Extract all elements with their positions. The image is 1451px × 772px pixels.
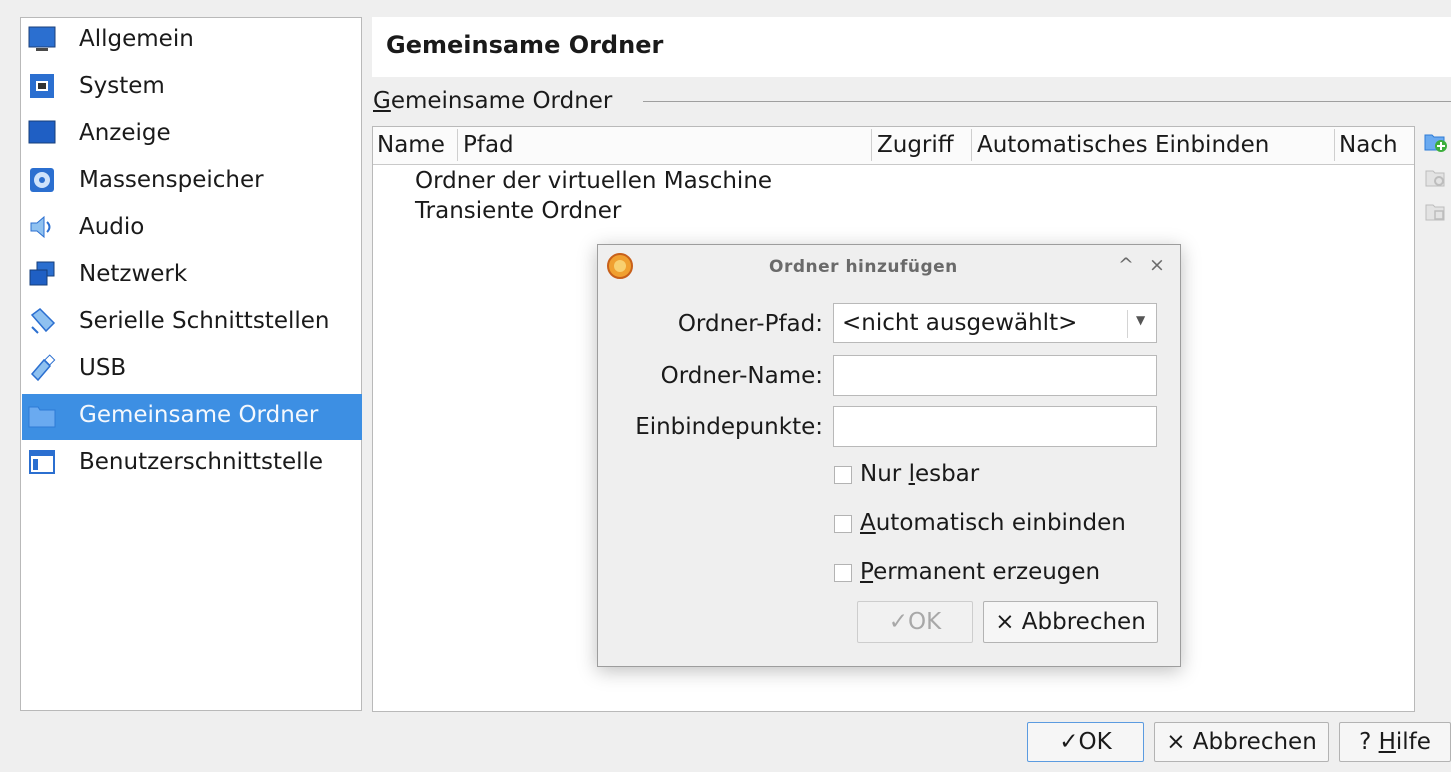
readonly-checkbox[interactable] (834, 466, 852, 484)
column-header-nach[interactable]: Nach (1339, 132, 1398, 158)
sidebar-item-audio[interactable]: Audio (22, 206, 362, 252)
column-header-zugriff[interactable]: Zugriff (877, 132, 954, 158)
window-icon (29, 450, 55, 474)
usb-icon (30, 354, 56, 382)
dialog-cancel-button[interactable]: × Abbrechen (983, 601, 1158, 643)
edit-folder-icon[interactable] (1424, 166, 1448, 190)
cancel-button[interactable]: × Abbrechen (1154, 722, 1329, 762)
sidebar-item-label: Serielle Schnittstellen (79, 308, 330, 334)
sidebar-item-anzeige[interactable]: Anzeige (22, 112, 362, 158)
remove-folder-icon[interactable] (1424, 200, 1448, 224)
table-row[interactable]: Ordner der virtuellen Maschine (415, 168, 772, 194)
network-icon (29, 261, 55, 286)
table-header: Name Pfad Zugriff Automatisches Einbinde… (373, 127, 1414, 165)
mount-point-input[interactable] (833, 406, 1157, 447)
column-header-pfad[interactable]: Pfad (463, 132, 514, 158)
sidebar-item-gemeinsame-ordner[interactable]: Gemeinsame Ordner (22, 394, 362, 440)
automount-label[interactable]: Automatisch einbinden (860, 510, 1126, 536)
sidebar-item-label: Audio (79, 214, 145, 240)
mount-point-label: Einbindepunkte: (635, 414, 823, 440)
help-button[interactable]: ? Hilfe (1339, 722, 1451, 762)
serial-port-icon (30, 308, 56, 334)
sidebar-item-seriell[interactable]: Serielle Schnittstellen (22, 300, 362, 346)
sidebar-item-massenspeicher[interactable]: Massenspeicher (22, 159, 362, 205)
add-folder-icon[interactable] (1424, 130, 1448, 154)
dialog-close-button[interactable]: × (1149, 254, 1165, 276)
sidebar-item-usb[interactable]: USB (22, 347, 362, 393)
chip-icon (30, 74, 54, 98)
disk-icon (30, 168, 54, 192)
settings-sidebar: Allgemein System Anzeige Massenspeicher … (20, 17, 362, 711)
folder-name-input[interactable] (833, 355, 1157, 396)
folder-path-label: Ordner-Pfad: (677, 311, 823, 337)
column-header-automount[interactable]: Automatisches Einbinden (977, 132, 1269, 158)
sidebar-item-label: Gemeinsame Ordner (79, 402, 319, 428)
speaker-icon (30, 215, 51, 239)
sidebar-item-label: System (79, 73, 165, 99)
display-icon (28, 120, 56, 144)
dialog-ok-button[interactable]: ✓OK (857, 601, 973, 643)
automount-checkbox[interactable] (834, 515, 852, 533)
table-row[interactable]: Transiente Ordner (415, 198, 621, 224)
add-folder-dialog: Ordner hinzufügen ^ × Ordner-Pfad: <nich… (597, 244, 1181, 667)
folder-path-combobox[interactable]: <nicht ausgewählt> ▼ (833, 303, 1157, 343)
sidebar-item-label: Anzeige (79, 120, 171, 146)
dialog-minimize-button[interactable]: ^ (1118, 254, 1134, 276)
sidebar-item-system[interactable]: System (22, 65, 362, 111)
ok-button[interactable]: ✓OK (1027, 722, 1144, 762)
folder-icon (28, 406, 56, 428)
sidebar-item-label: Benutzerschnittstelle (79, 449, 324, 475)
permanent-checkbox[interactable] (834, 564, 852, 582)
dialog-titlebar[interactable]: Ordner hinzufügen ^ × (598, 245, 1180, 289)
sidebar-item-label: Massenspeicher (79, 167, 264, 193)
sidebar-item-label: USB (79, 355, 127, 381)
group-divider (643, 101, 1451, 102)
monitor-icon (28, 26, 56, 51)
readonly-label[interactable]: Nur lesbar (860, 461, 979, 487)
sidebar-item-label: Allgemein (79, 26, 194, 52)
column-header-name[interactable]: Name (377, 132, 445, 158)
folder-path-value: <nicht ausgewählt> (842, 310, 1078, 336)
dialog-title: Ordner hinzufügen (769, 257, 958, 277)
app-logo-icon (607, 253, 633, 279)
sidebar-item-label: Netzwerk (79, 261, 188, 287)
page-header: Gemeinsame Ordner (372, 17, 1451, 77)
folder-name-label: Ordner-Name: (660, 363, 823, 389)
permanent-label[interactable]: Permanent erzeugen (860, 559, 1100, 585)
sidebar-item-benutzerschnittstelle[interactable]: Benutzerschnittstelle (22, 441, 362, 487)
sidebar-item-netzwerk[interactable]: Netzwerk (22, 253, 362, 299)
chevron-down-icon[interactable]: ▼ (1136, 313, 1145, 327)
page-title: Gemeinsame Ordner (386, 31, 664, 59)
group-legend: Gemeinsame Ordner (373, 88, 613, 114)
sidebar-item-allgemein[interactable]: Allgemein (22, 18, 362, 64)
